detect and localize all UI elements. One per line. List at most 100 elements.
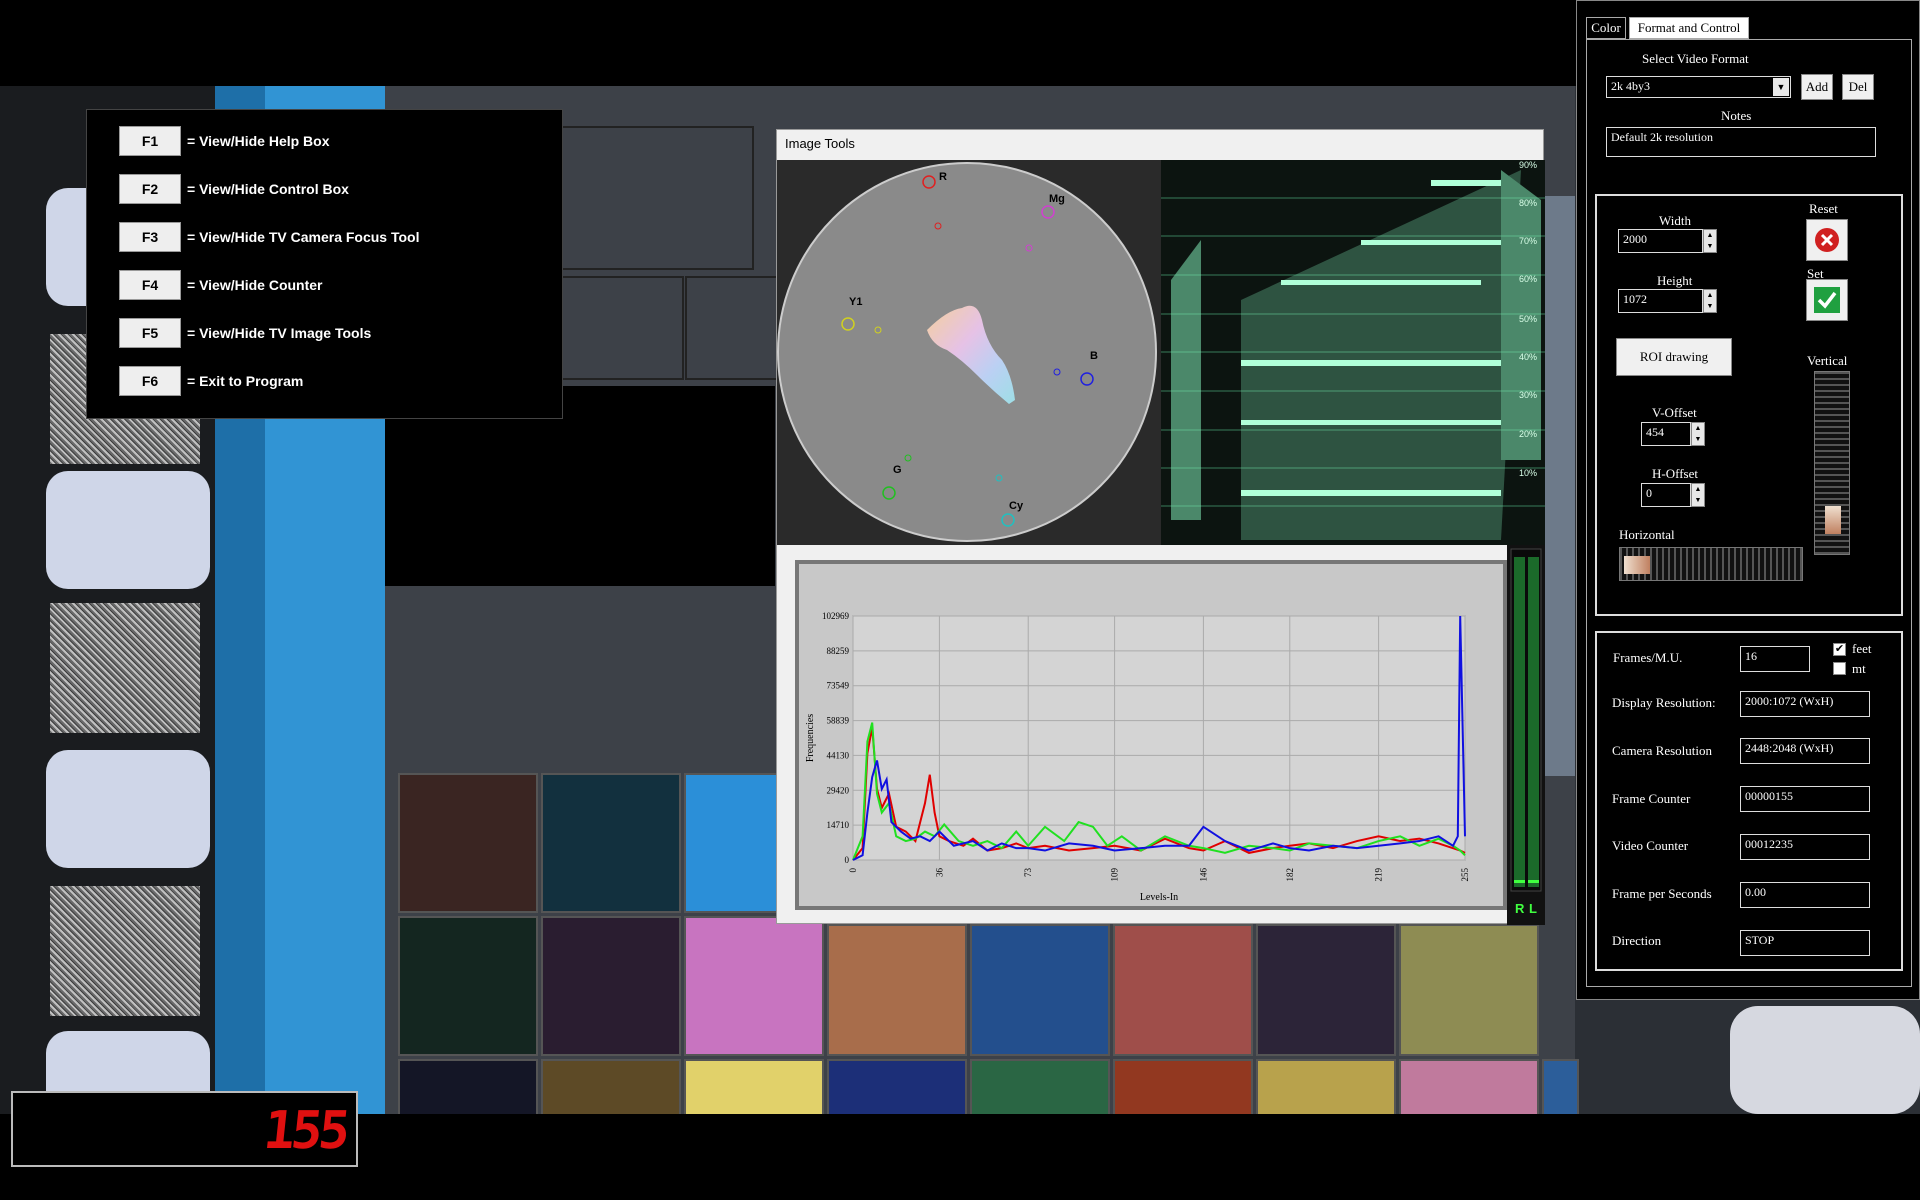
chevron-down-icon[interactable]: ▼ [1773,78,1789,96]
stepper-down-icon[interactable]: ▼ [1695,436,1702,443]
color-chip [541,1059,681,1114]
v-offset-stepper[interactable]: ▲ ▼ [1691,422,1705,446]
waveform-trace [1171,170,1541,540]
h-offset-stepper[interactable]: ▲ ▼ [1691,483,1705,507]
color-chip [970,924,1110,1056]
fps-field[interactable]: 0.00 [1740,882,1870,908]
feet-label: feet [1852,641,1872,656]
waveform-labels: 90% 80% 70% 60% 50% 40% 30% 20% 10% [1519,160,1537,478]
video-counter-label: Video Counter [1612,838,1689,853]
del-button[interactable]: Del [1842,74,1874,100]
wf-label-70: 70% [1519,236,1537,246]
stepper-down-icon[interactable]: ▼ [1695,497,1702,504]
stepper-up-icon[interactable]: ▲ [1707,232,1714,239]
f4-key[interactable]: F4 [119,270,181,300]
color-chip [398,1059,538,1114]
horizontal-slider-thumb[interactable] [1624,556,1650,574]
width-stepper[interactable]: ▲ ▼ [1703,229,1717,253]
video-format-value: 2k 4by3 [1611,79,1650,93]
height-field[interactable]: 1072 [1618,289,1703,313]
width-field[interactable]: 2000 [1618,229,1703,253]
stepper-down-icon[interactable]: ▼ [1707,303,1714,310]
grid-cell [560,126,754,270]
stepper-up-icon[interactable]: ▲ [1707,292,1714,299]
y-tick-label: 88259 [827,646,850,656]
stepper-up-icon[interactable]: ▲ [1695,425,1702,432]
color-chip [827,924,967,1056]
set-button[interactable] [1806,279,1848,321]
f5-key[interactable]: F5 [119,318,181,348]
label-g: G [893,464,902,476]
horizontal-slider[interactable] [1619,547,1803,581]
color-chip [1256,1059,1396,1114]
add-button[interactable]: Add [1801,74,1833,100]
frame-counter-field[interactable]: 00000155 [1740,786,1870,812]
grid-cell [560,276,684,380]
help-row-f3: F3 = View/Hide TV Camera Focus Tool [119,222,420,252]
y-tick-label: 73549 [827,681,850,691]
tab-format-and-control[interactable]: Format and Control [1629,17,1749,39]
color-chip [398,773,538,913]
image-tools-window[interactable]: Image Tools R Mg Y1 B G Cy 90% 80% 70% 6… [776,129,1545,925]
sprocket-hole [46,750,210,868]
grain-patch [50,886,200,1016]
notes-field[interactable]: Default 2k resolution [1606,127,1876,157]
f6-key[interactable]: F6 [119,366,181,396]
frame-counter-label: Frame Counter [1612,791,1691,806]
help-desc: = Exit to Program [187,373,304,389]
camera-resolution-field[interactable]: 2448:2048 (WxH) [1740,738,1870,764]
horizontal-label: Horizontal [1619,527,1675,542]
tab-color[interactable]: Color [1586,17,1626,39]
x-tick-label: 36 [934,868,944,878]
wf-label-40: 40% [1519,352,1537,362]
color-chip [970,1059,1110,1114]
chart-edge [1545,196,1575,776]
direction-label: Direction [1612,933,1662,948]
reset-button[interactable] [1806,219,1848,261]
y-tick-label: 58839 [827,716,850,726]
histogram-panel: 0 36 73 109 146 182 219 255 0 14710 29420 44130 5883… [795,560,1507,910]
h-offset-field[interactable]: 0 [1641,483,1691,507]
color-chip [541,773,681,913]
counter-value: 155 [260,1101,350,1161]
frames-mu-label: Frames/M.U. [1613,650,1683,665]
waveform-svg: 90% 80% 70% 60% 50% 40% 30% 20% 10% [1161,160,1545,540]
f2-key[interactable]: F2 [119,174,181,204]
color-chip [684,916,824,1056]
help-desc: = View/Hide Counter [187,277,323,293]
reset-label: Reset [1809,201,1838,216]
vertical-slider[interactable] [1814,371,1850,555]
close-icon [1815,228,1839,252]
wf-label-80: 80% [1519,198,1537,208]
stepper-down-icon[interactable]: ▼ [1707,243,1714,250]
y-tick-label: 14710 [827,820,850,830]
help-row-f5: F5 = View/Hide TV Image Tools [119,318,371,348]
direction-field[interactable]: STOP [1740,930,1870,956]
video-counter-field[interactable]: 00012235 [1740,834,1870,860]
mt-checkbox[interactable] [1833,662,1846,675]
stepper-up-icon[interactable]: ▲ [1695,486,1702,493]
plot-area [852,615,1466,861]
wf-label-10: 10% [1519,468,1537,478]
video-format-select[interactable]: 2k 4by3 ▼ [1606,76,1791,98]
color-chip [684,773,780,913]
select-video-format-label: Select Video Format [1642,51,1749,66]
height-stepper[interactable]: ▲ ▼ [1703,289,1717,313]
frames-mu-field[interactable]: 16 [1740,646,1810,672]
f3-key[interactable]: F3 [119,222,181,252]
roi-drawing-button[interactable]: ROI drawing [1616,338,1732,376]
color-chip [1542,1059,1579,1114]
display-resolution-field[interactable]: 2000:1072 (WxH) [1740,691,1870,717]
feet-checkbox[interactable]: ✔ [1833,643,1846,656]
v-offset-field[interactable]: 454 [1641,422,1691,446]
label-r: R [939,171,947,183]
help-row-f6: F6 = Exit to Program [119,366,303,396]
level-meter: R L [1507,545,1545,925]
grain-patch [50,603,200,733]
vertical-slider-thumb[interactable] [1825,506,1841,534]
x-tick-label: 219 [1374,868,1384,882]
color-chip [541,916,681,1056]
color-chip [1399,1059,1539,1114]
level-meter-svg: R L [1510,548,1542,916]
f1-key[interactable]: F1 [119,126,181,156]
